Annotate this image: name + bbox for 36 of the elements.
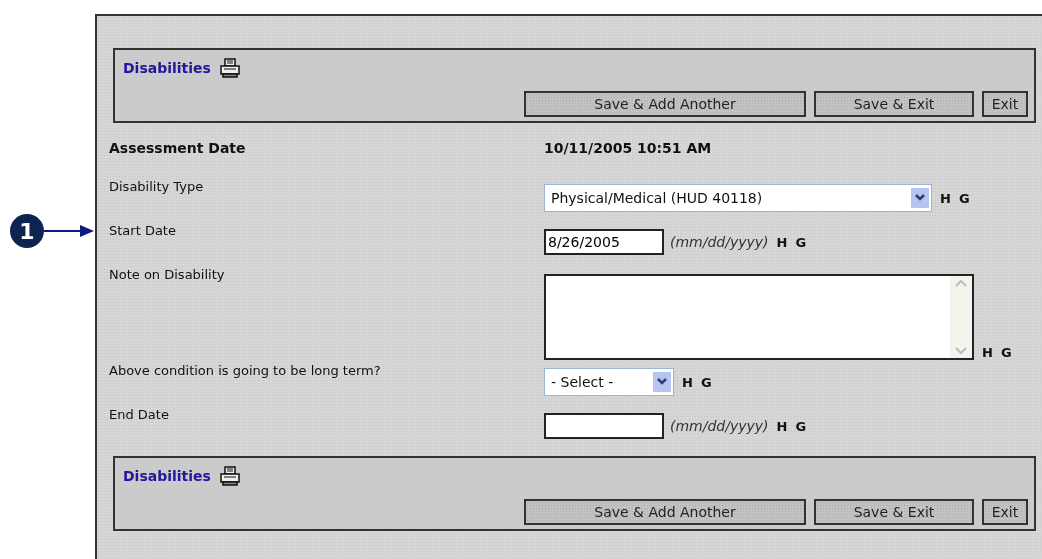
exit-button[interactable]: Exit [982,91,1028,117]
printer-icon[interactable] [218,58,241,78]
flag-link[interactable]: H [940,190,951,206]
flag-link[interactable]: G [958,190,970,206]
section-title: Disabilities [123,468,211,484]
field-label: Above condition is going to be long term? [109,362,382,380]
dropdown[interactable]: - Select - [544,368,674,396]
save-exit-button[interactable]: Save & Exit [814,91,974,117]
field-label: Disability Type [109,178,205,196]
flag-link[interactable]: G [1000,345,1012,360]
field-label: End Date [109,406,170,424]
field-label: Note on Disability [109,266,226,284]
dropdown[interactable]: Physical/Medical (HUD 40118) [544,184,932,212]
exit-button[interactable]: Exit [982,499,1028,525]
save-add-button[interactable]: Save & Add Another [524,91,806,117]
flag-link[interactable]: H [682,374,693,390]
flag-link[interactable]: G [700,374,712,390]
flag-link[interactable]: H [776,418,788,434]
printer-icon[interactable] [218,466,241,486]
field-label: Start Date [109,222,177,240]
field-label: Assessment Date [109,139,247,158]
format-hint: (mm/dd/yyyy) [670,234,769,250]
save-add-button[interactable]: Save & Add Another [524,499,806,525]
save-exit-button[interactable]: Save & Exit [814,499,974,525]
date-field[interactable] [544,413,664,439]
date-field[interactable]: 8/26/2005 [544,229,664,255]
flag-link[interactable]: G [795,418,807,434]
flag-link[interactable]: H [982,345,993,360]
field-value: 10/11/2005 10:51 AM [544,140,712,156]
section-title: Disabilities [123,60,211,76]
flag-link[interactable]: H [776,234,788,250]
flag-link[interactable]: G [795,234,807,250]
format-hint: (mm/dd/yyyy) [670,418,769,434]
leader-arrow [44,225,94,237]
note-field[interactable] [544,274,974,360]
callout-badge: 1 [10,214,44,248]
